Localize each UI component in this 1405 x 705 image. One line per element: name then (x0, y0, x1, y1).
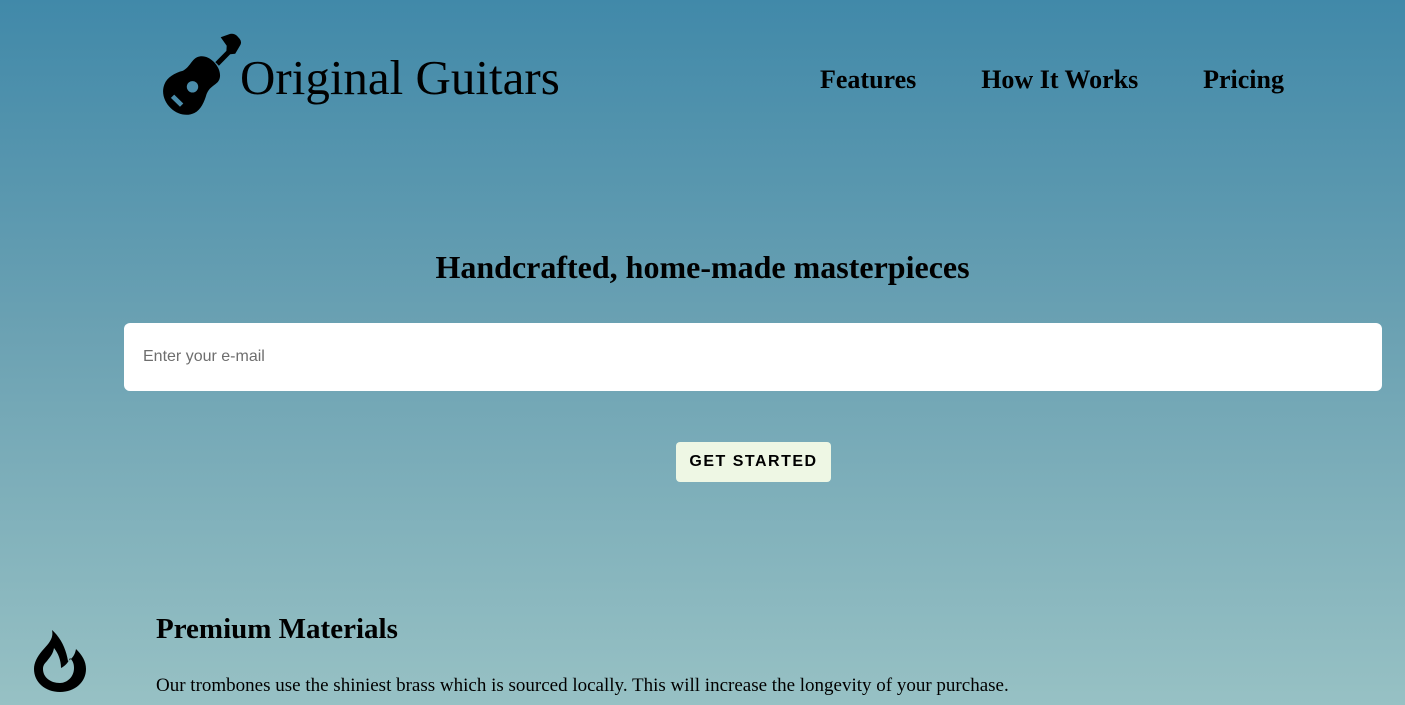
nav-link-how-it-works[interactable]: How It Works (981, 65, 1138, 95)
nav-link-pricing[interactable]: Pricing (1203, 65, 1284, 95)
nav-link-features[interactable]: Features (820, 65, 916, 95)
flame-icon (34, 630, 86, 692)
email-input[interactable] (124, 323, 1382, 391)
brand-logo[interactable]: Original Guitars (162, 33, 560, 115)
guitar-icon (163, 33, 242, 115)
feature-title: Premium Materials (156, 613, 398, 645)
brand-name: Original Guitars (240, 49, 560, 105)
feature-description: Our trombones use the shiniest brass whi… (156, 675, 1009, 696)
main-nav: Features How It Works Pricing (820, 65, 1284, 95)
hero-title: Handcrafted, home-made masterpieces (435, 249, 970, 285)
get-started-button[interactable]: GET STARTED (676, 442, 831, 482)
